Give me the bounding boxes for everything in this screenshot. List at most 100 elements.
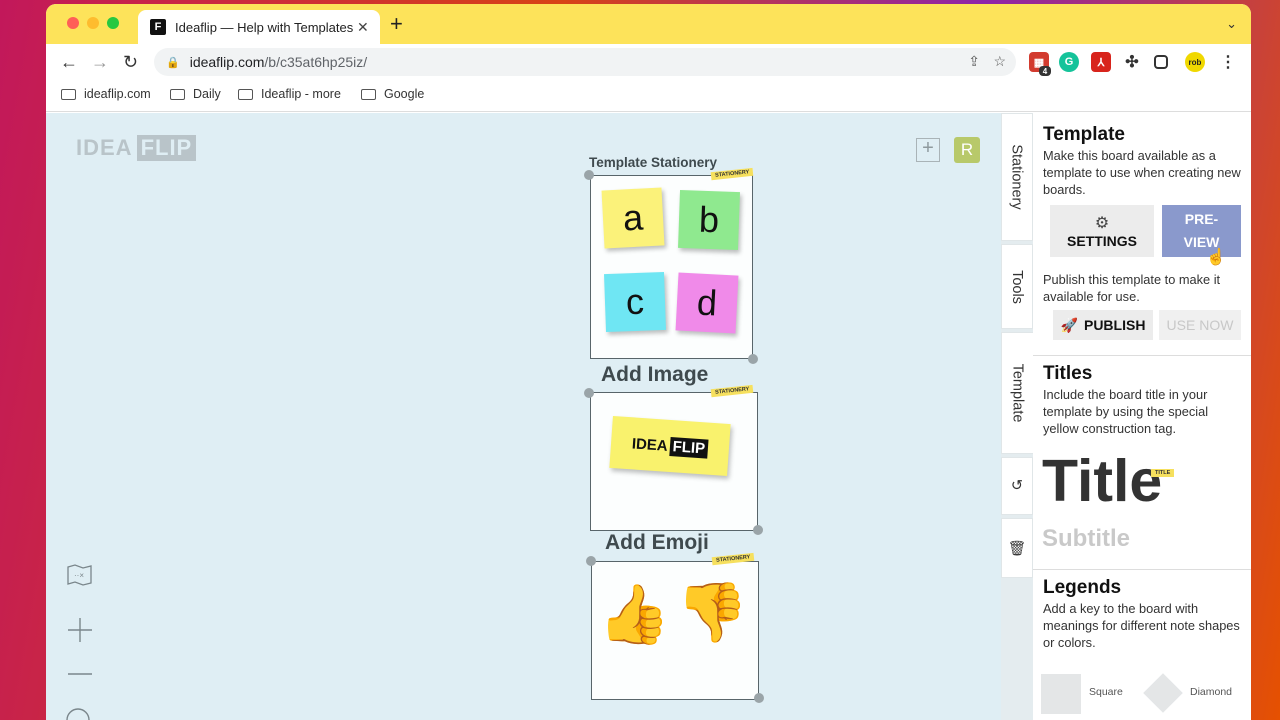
- add-board-icon[interactable]: +: [916, 138, 940, 162]
- resize-handle[interactable]: [753, 525, 763, 535]
- folder-icon: [361, 88, 376, 100]
- tab-stationery[interactable]: Stationery: [1001, 113, 1033, 241]
- delete-button[interactable]: 🗑: [1001, 518, 1033, 578]
- publish-description: Publish this template to make it availab…: [1043, 272, 1221, 304]
- extensions-puzzle-icon[interactable]: ✣: [1122, 52, 1142, 72]
- undo-button[interactable]: ↺: [1001, 457, 1033, 515]
- reload-icon[interactable]: ↻: [123, 52, 138, 72]
- extension-badge: 4: [1039, 66, 1051, 76]
- sample-title: Title: [1042, 448, 1163, 514]
- image-text: IDEA: [631, 434, 669, 455]
- bookmark-folder[interactable]: ideaflip.com: [61, 87, 151, 101]
- thumbs-up-emoji[interactable]: 👍: [598, 586, 670, 644]
- share-icon[interactable]: ⇪: [968, 53, 980, 70]
- resize-handle[interactable]: [584, 170, 594, 180]
- sticky-note[interactable]: c: [604, 271, 666, 333]
- publish-label: PUBLISH: [1083, 317, 1146, 333]
- bookmarks-bar: ideaflip.com Daily Ideaflip - more Googl…: [46, 80, 1251, 112]
- template-description: Make this board available as a template …: [1043, 148, 1241, 197]
- tab-search-chevron-icon[interactable]: ⌄: [1226, 16, 1237, 32]
- resize-handle[interactable]: [584, 388, 594, 398]
- lock-icon: 🔒: [166, 56, 180, 69]
- svg-text:··×: ··×: [74, 571, 84, 580]
- bookmark-label: Ideaflip - more: [261, 87, 341, 101]
- grammarly-extension-icon[interactable]: G: [1059, 52, 1079, 72]
- add-image-card[interactable]: IDEA FLIP: [590, 392, 758, 531]
- url-host: ideaflip.com: [189, 54, 265, 70]
- divider: [1033, 355, 1251, 356]
- sticky-note[interactable]: a: [601, 187, 665, 249]
- gear-icon: ⚙: [1094, 215, 1110, 232]
- forward-arrow-icon[interactable]: →: [91, 52, 109, 72]
- fit-view-icon[interactable]: [66, 707, 94, 720]
- zoom-in-icon[interactable]: [66, 616, 94, 644]
- tab-label: Stationery: [1009, 144, 1026, 210]
- close-tab-icon[interactable]: ✕: [357, 19, 369, 36]
- folder-icon: [170, 88, 185, 100]
- card-title: Add Image: [601, 363, 709, 386]
- settings-button[interactable]: ⚙ SETTINGS: [1050, 205, 1154, 257]
- new-tab-button[interactable]: +: [390, 13, 403, 35]
- legend-square-label: Square: [1089, 686, 1123, 698]
- card-title: Template Stationery: [589, 155, 718, 170]
- bookmark-label: Google: [384, 87, 425, 101]
- pdf-extension-icon[interactable]: ⅄: [1091, 52, 1111, 72]
- folder-icon: [238, 88, 253, 100]
- ideaflip-image[interactable]: IDEA FLIP: [609, 415, 731, 477]
- hand-cursor-icon: ☝: [1206, 249, 1226, 266]
- sample-subtitle: Subtitle: [1042, 525, 1130, 552]
- title-tag: TITLE: [1151, 469, 1175, 477]
- side-panel-icon[interactable]: [1154, 55, 1168, 69]
- zoom-out-icon[interactable]: [66, 669, 94, 679]
- url-text[interactable]: ideaflip.com/b/c35at6hp25iz/: [190, 54, 367, 70]
- browser-toolbar: ← → ↻ 🔒 ideaflip.com/b/c35at6hp25iz/ ⇪ ☆…: [46, 44, 1251, 80]
- back-arrow-icon[interactable]: ←: [60, 52, 78, 72]
- profile-avatar[interactable]: rob: [1185, 52, 1205, 72]
- close-window-button[interactable]: [67, 17, 79, 29]
- add-emoji-card[interactable]: 👍 👎: [591, 561, 759, 700]
- legend-square-swatch[interactable]: [1041, 674, 1081, 714]
- divider: [1033, 569, 1251, 570]
- settings-label: SETTINGS: [1066, 233, 1137, 249]
- preview-button[interactable]: PRE- VIEW: [1162, 205, 1241, 257]
- resize-handle[interactable]: [754, 693, 764, 703]
- thumbs-down-emoji[interactable]: 👎: [676, 584, 748, 642]
- url-path: /b/c35at6hp25iz/: [264, 54, 368, 70]
- image-text: FLIP: [669, 436, 709, 459]
- bookmark-label: ideaflip.com: [84, 87, 151, 101]
- template-panel: Template Make this board available as a …: [1033, 113, 1251, 720]
- use-now-label: USE NOW: [1166, 317, 1234, 333]
- tab-strip: F Ideaflip — Help with Templates ✕ + ⌄: [46, 4, 1251, 44]
- sticky-note[interactable]: d: [675, 272, 739, 334]
- trash-icon: 🗑: [1007, 540, 1027, 557]
- maximize-window-button[interactable]: [107, 17, 119, 29]
- user-avatar[interactable]: R: [954, 137, 980, 163]
- bookmark-folder[interactable]: Daily: [170, 87, 221, 101]
- ideaflip-logo: IDEA FLIP: [76, 135, 197, 161]
- legend-diamond-swatch[interactable]: [1143, 673, 1183, 713]
- tab-tools[interactable]: Tools: [1001, 244, 1033, 329]
- browser-window: F Ideaflip — Help with Templates ✕ + ⌄ ←…: [46, 4, 1251, 720]
- side-tab-bar: Stationery Tools Template ↺ 🗑: [1001, 113, 1033, 720]
- address-bar[interactable]: 🔒 ideaflip.com/b/c35at6hp25iz/ ⇪ ☆: [154, 48, 1016, 76]
- folder-icon: [61, 88, 76, 100]
- browser-tab[interactable]: F Ideaflip — Help with Templates ✕: [138, 10, 380, 44]
- map-icon[interactable]: ··×: [66, 563, 94, 587]
- logo-idea-text: IDEA: [76, 135, 133, 160]
- sticky-note[interactable]: b: [678, 189, 740, 251]
- browser-menu-icon[interactable]: ⋮: [1218, 52, 1238, 72]
- minimize-window-button[interactable]: [87, 17, 99, 29]
- tab-template[interactable]: Template: [1001, 332, 1033, 454]
- bookmark-star-icon[interactable]: ☆: [993, 53, 1006, 70]
- use-now-button[interactable]: USE NOW: [1159, 310, 1241, 340]
- ideaflip-favicon-icon: F: [150, 19, 166, 35]
- publish-button[interactable]: 🚀 PUBLISH: [1053, 310, 1153, 340]
- template-stationery-card[interactable]: a b c d: [590, 175, 753, 359]
- bookmark-folder[interactable]: Ideaflip - more: [238, 87, 341, 101]
- card-title: Add Emoji: [605, 531, 709, 554]
- bookmark-folder[interactable]: Google: [361, 87, 424, 101]
- resize-handle[interactable]: [586, 556, 596, 566]
- board-canvas[interactable]: IDEA FLIP + R ··× Template Stationery a …: [46, 113, 1001, 720]
- resize-handle[interactable]: [748, 354, 758, 364]
- titles-description: Include the board title in your template…: [1043, 387, 1209, 436]
